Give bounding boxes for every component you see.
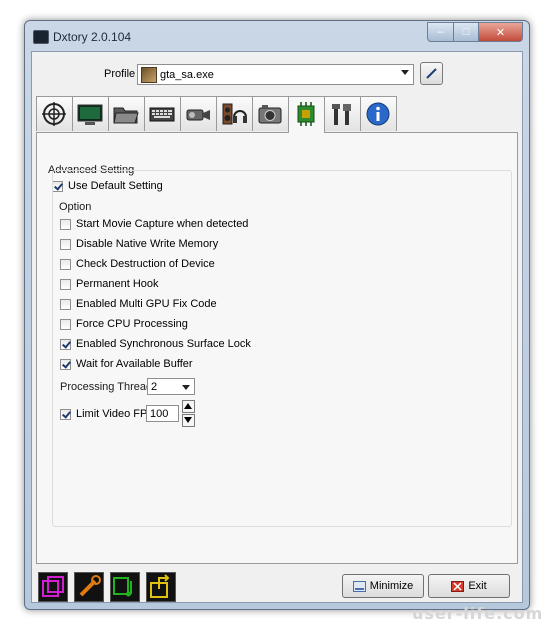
game-icon bbox=[141, 66, 157, 83]
tools-icon bbox=[332, 104, 351, 125]
option-label: Enabled Multi GPU Fix Code bbox=[76, 298, 217, 310]
fps-down-button[interactable] bbox=[182, 414, 195, 427]
tab-display[interactable] bbox=[72, 96, 109, 131]
tab-audio[interactable] bbox=[216, 96, 253, 131]
option-label: Check Destruction of Device bbox=[76, 258, 215, 270]
dxtory-window: Dxtory 2.0.104 – □ ✕ Profile gta_sa.exe bbox=[24, 20, 530, 610]
option-row[interactable]: Enabled Multi GPU Fix Code bbox=[60, 298, 217, 310]
layers-icon bbox=[42, 576, 64, 597]
option-checkbox[interactable] bbox=[60, 238, 71, 250]
option-checkbox[interactable] bbox=[60, 258, 71, 270]
exit-label: Exit bbox=[468, 580, 487, 592]
option-row[interactable]: Disable Native Write Memory bbox=[60, 238, 218, 250]
camcorder-icon bbox=[186, 109, 210, 121]
chevron-down-icon bbox=[401, 70, 409, 75]
close-icon bbox=[451, 580, 465, 592]
tab-video[interactable] bbox=[180, 96, 217, 131]
option-label: Start Movie Capture when detected bbox=[76, 218, 249, 230]
export-button[interactable] bbox=[146, 572, 176, 602]
option-checkbox[interactable] bbox=[60, 278, 71, 290]
app-icon bbox=[33, 30, 49, 44]
limit-fps-checkbox[interactable] bbox=[60, 408, 71, 420]
music-note-icon bbox=[113, 577, 132, 597]
keyboard-icon bbox=[149, 107, 175, 122]
option-checkbox[interactable] bbox=[60, 218, 71, 230]
window-title: Dxtory 2.0.104 bbox=[53, 30, 132, 44]
tab-screenshot[interactable] bbox=[252, 96, 289, 131]
fps-spinner[interactable] bbox=[182, 400, 195, 427]
export-icon bbox=[150, 574, 170, 598]
media-button[interactable] bbox=[110, 572, 140, 602]
tab-folder[interactable] bbox=[108, 96, 145, 131]
fps-up-button[interactable] bbox=[182, 400, 195, 413]
monitor-icon bbox=[77, 104, 103, 125]
edit-profile-button[interactable] bbox=[420, 62, 443, 85]
minimize-label: Minimize bbox=[369, 580, 414, 592]
option-label: Enabled Synchronous Surface Lock bbox=[76, 338, 251, 350]
processing-threads-value: 2 bbox=[151, 380, 158, 393]
minimize-icon bbox=[352, 580, 366, 592]
limit-fps-label: Limit Video FPS bbox=[76, 408, 155, 420]
option-checkbox[interactable] bbox=[60, 318, 71, 330]
option-label: Force CPU Processing bbox=[76, 318, 188, 330]
option-label: Wait for Available Buffer bbox=[76, 358, 193, 370]
fps-input[interactable]: 100 bbox=[146, 405, 179, 422]
info-icon bbox=[366, 102, 390, 126]
chip-icon bbox=[297, 102, 315, 126]
tab-info[interactable] bbox=[360, 96, 397, 131]
pencil-icon bbox=[426, 68, 437, 79]
option-checkbox[interactable] bbox=[60, 358, 71, 370]
overlay-button[interactable] bbox=[38, 572, 68, 602]
tab-tools[interactable] bbox=[324, 96, 361, 131]
profile-label: Profile bbox=[104, 68, 136, 80]
profile-value: gta_sa.exe bbox=[160, 68, 214, 81]
wrench-icon bbox=[79, 575, 101, 597]
option-row[interactable]: Permanent Hook bbox=[60, 278, 159, 290]
camera-icon bbox=[258, 105, 282, 124]
profile-select[interactable]: gta_sa.exe bbox=[137, 64, 414, 85]
limit-fps-row[interactable]: Limit Video FPS bbox=[60, 408, 155, 420]
option-row[interactable]: Check Destruction of Device bbox=[60, 258, 215, 270]
chevron-down-icon bbox=[182, 385, 190, 390]
option-group-title: Option bbox=[58, 201, 93, 213]
tab-keyboard[interactable] bbox=[144, 96, 181, 131]
option-checkbox[interactable] bbox=[60, 338, 71, 350]
processing-threads-label: Processing Threads bbox=[60, 381, 158, 393]
option-row[interactable]: Force CPU Processing bbox=[60, 318, 188, 330]
settings-button[interactable] bbox=[74, 572, 104, 602]
tab-advanced[interactable] bbox=[288, 96, 325, 133]
tab-bar bbox=[36, 96, 397, 133]
option-row[interactable]: Start Movie Capture when detected bbox=[60, 218, 248, 230]
exit-button[interactable]: Exit bbox=[428, 574, 510, 598]
minimize-window-button[interactable]: – bbox=[427, 22, 454, 42]
crosshair-icon bbox=[42, 102, 66, 126]
maximize-window-button[interactable]: □ bbox=[454, 22, 479, 42]
option-label: Permanent Hook bbox=[76, 278, 159, 290]
minimize-button[interactable]: Minimize bbox=[342, 574, 424, 598]
tab-target[interactable] bbox=[36, 96, 73, 131]
bottom-bar: Minimize Exit bbox=[32, 566, 522, 602]
processing-threads-select[interactable]: 2 bbox=[147, 378, 195, 395]
option-row[interactable]: Enabled Synchronous Surface Lock bbox=[60, 338, 251, 350]
folder-icon bbox=[113, 107, 139, 124]
close-window-button[interactable]: ✕ bbox=[479, 22, 523, 42]
headset-icon bbox=[222, 103, 247, 125]
option-checkbox[interactable] bbox=[60, 298, 71, 310]
watermark: user-life.com bbox=[412, 604, 544, 623]
option-row[interactable]: Wait for Available Buffer bbox=[60, 358, 193, 370]
client-area: Profile gta_sa.exe Advanced Setting Use … bbox=[31, 51, 523, 603]
option-label: Disable Native Write Memory bbox=[76, 238, 219, 250]
title-bar[interactable]: Dxtory 2.0.104 – □ ✕ bbox=[25, 21, 529, 51]
